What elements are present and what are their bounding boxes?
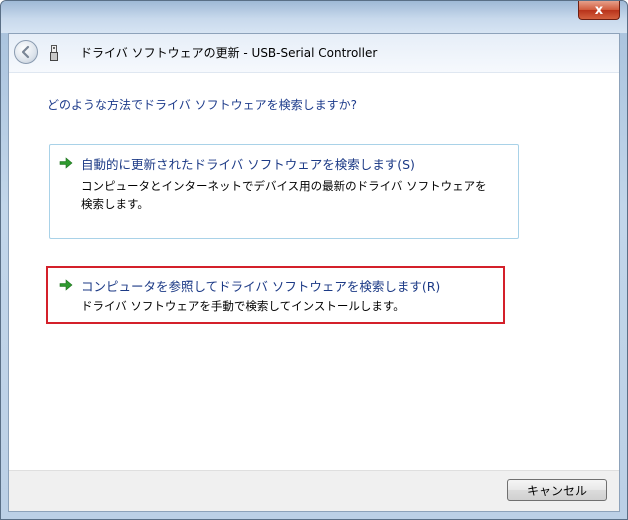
option-auto-search-title: 自動的に更新されたドライバ ソフトウェアを検索します(S)	[81, 157, 415, 172]
cancel-button[interactable]: キャンセル	[507, 479, 607, 501]
close-icon: x	[594, 2, 604, 18]
green-arrow-icon	[59, 279, 73, 291]
option-browse-computer[interactable]: コンピュータを参照してドライバ ソフトウェアを検索します(R) ドライバ ソフト…	[46, 266, 505, 324]
green-arrow-icon	[59, 157, 73, 169]
dialog-window: x ドライバ ソフトウェアの更新 - USB-Serial Controller…	[0, 0, 628, 520]
dialog-header: ドライバ ソフトウェアの更新 - USB-Serial Controller	[9, 34, 619, 73]
dialog-client-area: ドライバ ソフトウェアの更新 - USB-Serial Controller ど…	[8, 33, 620, 512]
search-method-question: どのような方法でドライバ ソフトウェアを検索しますか?	[47, 98, 357, 112]
option-browse-computer-title: コンピュータを参照してドライバ ソフトウェアを検索します(R)	[81, 279, 441, 294]
window-title: ドライバ ソフトウェアの更新 - USB-Serial Controller	[80, 46, 378, 60]
option-browse-computer-desc: ドライバ ソフトウェアを手動で検索してインストールします。	[81, 299, 405, 313]
option-auto-search[interactable]: 自動的に更新されたドライバ ソフトウェアを検索します(S) コンピュータとインタ…	[49, 144, 519, 239]
back-button[interactable]	[14, 40, 38, 64]
close-button[interactable]: x	[578, 1, 620, 20]
usb-device-icon	[50, 45, 58, 61]
dialog-footer: キャンセル	[9, 470, 619, 511]
option-auto-search-desc-line2: 検索します。	[81, 197, 149, 211]
title-bar: x	[1, 1, 627, 33]
option-auto-search-desc-line1: コンピュータとインターネットでデバイス用の最新のドライバ ソフトウェアを	[81, 179, 487, 193]
option-auto-search-desc: コンピュータとインターネットでデバイス用の最新のドライバ ソフトウェアを 検索し…	[81, 177, 487, 213]
back-arrow-icon	[21, 45, 30, 59]
